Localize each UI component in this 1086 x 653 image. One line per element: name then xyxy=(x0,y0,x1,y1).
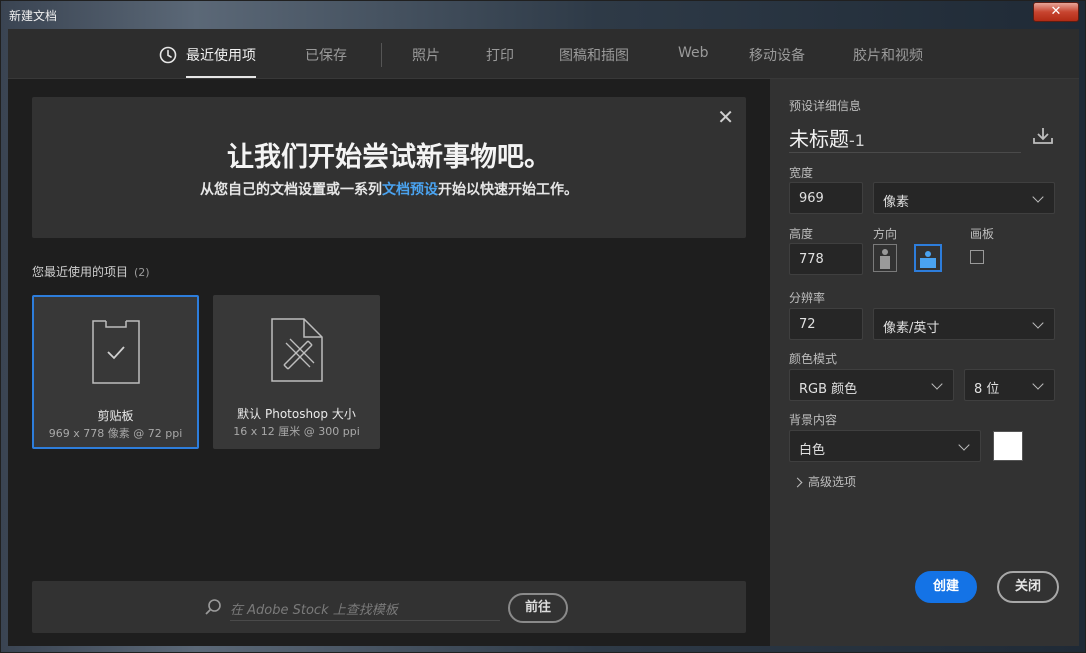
banner-title: 让我们开始尝试新事物吧。 xyxy=(227,142,551,173)
banner-subtitle-pre: 从您自己的文档设置或一系列 xyxy=(200,182,382,198)
tab-web[interactable]: Web xyxy=(678,45,709,61)
banner-subtitle-post: 开始以快速开始工作。 xyxy=(438,182,578,198)
tab-label: 最近使用项 xyxy=(186,48,256,64)
document-name-input[interactable]: 未标题-1 xyxy=(789,123,1021,153)
clock-icon xyxy=(159,46,177,68)
banner-subtitle: 从您自己的文档设置或一系列文档预设开始以快速开始工作。 xyxy=(32,179,746,199)
portrait-person-icon xyxy=(880,249,890,269)
document-name: 未标题 xyxy=(789,127,849,151)
resolution-label: 分辨率 xyxy=(789,291,826,305)
chevron-right-icon xyxy=(792,477,803,488)
advanced-options-toggle[interactable]: 高级选项 xyxy=(792,473,857,490)
artboard-checkbox[interactable] xyxy=(970,250,984,264)
search-icon xyxy=(204,598,222,620)
save-preset-icon[interactable] xyxy=(1032,127,1054,149)
tab-print[interactable]: 打印 xyxy=(486,45,514,65)
background-select[interactable]: 白色 xyxy=(789,430,981,462)
height-label: 高度 xyxy=(789,227,814,241)
tab-mobile[interactable]: 移动设备 xyxy=(749,45,805,65)
background-label: 背景内容 xyxy=(789,413,838,427)
document-presets-link[interactable]: 文档预设 xyxy=(382,182,438,198)
bit-depth-select[interactable]: 8 位 xyxy=(964,369,1055,401)
recent-items-heading: 您最近使用的项目 (2) xyxy=(32,263,150,280)
height-input[interactable]: 778 xyxy=(789,243,863,275)
recent-item-meta: 969 x 778 像素 @ 72 ppi xyxy=(48,427,183,440)
resolution-unit-select[interactable]: 像素/英寸 xyxy=(873,308,1055,340)
clipboard-icon xyxy=(91,319,141,389)
preset-details-label: 预设详细信息 xyxy=(789,99,862,113)
color-mode-label: 颜色模式 xyxy=(789,352,838,366)
window-close-button[interactable]: ✕ xyxy=(1033,2,1079,22)
stock-search-input[interactable]: 在 Adobe Stock 上查找模板 xyxy=(230,593,500,621)
dialog-window: 新建文档 ✕ 最近使用项 已保存 照片 打印 图稿和插图 Web 移动设备 胶片… xyxy=(0,0,1086,653)
document-name-suffix: -1 xyxy=(849,131,865,150)
background-color-swatch[interactable] xyxy=(993,431,1023,461)
color-mode-select[interactable]: RGB 颜色 xyxy=(789,369,954,401)
width-input[interactable]: 969 xyxy=(789,182,863,214)
close-button[interactable]: 关闭 xyxy=(997,571,1059,603)
tab-photo[interactable]: 照片 xyxy=(412,45,440,65)
landscape-orientation-button[interactable] xyxy=(914,244,942,272)
recent-items-label: 您最近使用的项目 xyxy=(32,265,129,279)
landscape-person-icon xyxy=(920,251,936,268)
recent-item-name: 剪贴板 xyxy=(97,409,134,423)
close-icon[interactable]: ✕ xyxy=(717,105,734,129)
category-tabs: 最近使用项 已保存 照片 打印 图稿和插图 Web 移动设备 胶片和视频 xyxy=(8,29,1079,79)
tab-art-illustration[interactable]: 图稿和插图 xyxy=(559,45,629,65)
title-bar: 新建文档 ✕ xyxy=(1,1,1085,29)
recent-item-default-photoshop[interactable]: 默认 Photoshop 大小 16 x 12 厘米 @ 300 ppi xyxy=(213,295,380,449)
tab-divider xyxy=(381,43,382,67)
left-content: ✕ 让我们开始尝试新事物吧。 从您自己的文档设置或一系列文档预设开始以快速开始工… xyxy=(8,79,770,646)
preset-details-panel: 预设详细信息 未标题-1 宽度 969 像素 高度 方向 画板 778 分辨率 … xyxy=(770,79,1079,646)
recent-items-count: (2) xyxy=(134,266,150,279)
portrait-orientation-button[interactable] xyxy=(873,244,897,272)
dialog-client: 最近使用项 已保存 照片 打印 图稿和插图 Web 移动设备 胶片和视频 ✕ 让… xyxy=(8,29,1079,646)
tab-recent[interactable]: 最近使用项 xyxy=(186,45,256,78)
tab-film-video[interactable]: 胶片和视频 xyxy=(853,45,923,65)
advanced-options-label: 高级选项 xyxy=(808,475,857,489)
recent-item-name: 默认 Photoshop 大小 xyxy=(237,407,356,421)
welcome-banner: ✕ 让我们开始尝试新事物吧。 从您自己的文档设置或一系列文档预设开始以快速开始工… xyxy=(32,97,746,238)
window-title: 新建文档 xyxy=(9,9,58,23)
stock-go-button[interactable]: 前往 xyxy=(508,593,568,623)
tab-active-indicator xyxy=(186,76,256,78)
document-ruler-icon xyxy=(270,317,324,387)
orientation-label: 方向 xyxy=(873,227,898,241)
artboard-label: 画板 xyxy=(970,227,995,241)
width-unit-select[interactable]: 像素 xyxy=(873,182,1055,214)
stock-search-bar: 在 Adobe Stock 上查找模板 前往 xyxy=(32,581,746,633)
recent-item-clipboard[interactable]: 剪贴板 969 x 778 像素 @ 72 ppi xyxy=(32,295,199,449)
tab-saved[interactable]: 已保存 xyxy=(305,45,347,65)
create-button[interactable]: 创建 xyxy=(915,571,977,603)
recent-item-meta: 16 x 12 厘米 @ 300 ppi xyxy=(233,425,360,438)
width-label: 宽度 xyxy=(789,166,814,180)
resolution-input[interactable]: 72 xyxy=(789,308,863,340)
